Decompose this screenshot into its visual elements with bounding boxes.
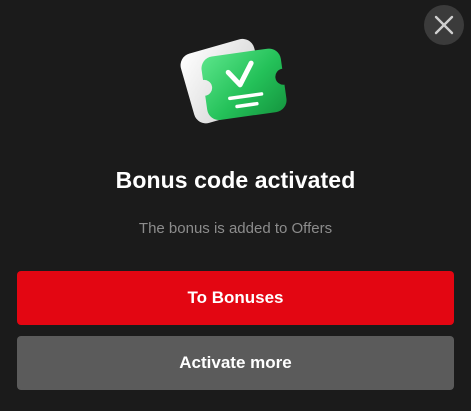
activate-more-button[interactable]: Activate more (17, 336, 454, 390)
bonus-ticket-check-icon (176, 22, 300, 134)
to-bonuses-button-label: To Bonuses (187, 288, 284, 307)
dialog-title: Bonus code activated (115, 167, 356, 193)
bonus-activated-dialog: Bonus code activated The bonus is added … (0, 0, 471, 411)
close-button[interactable] (424, 5, 464, 45)
to-bonuses-button[interactable]: To Bonuses (17, 271, 454, 325)
close-icon (434, 15, 454, 35)
activate-more-button-label: Activate more (179, 353, 292, 372)
dialog-subtitle: The bonus is added to Offers (138, 220, 333, 237)
